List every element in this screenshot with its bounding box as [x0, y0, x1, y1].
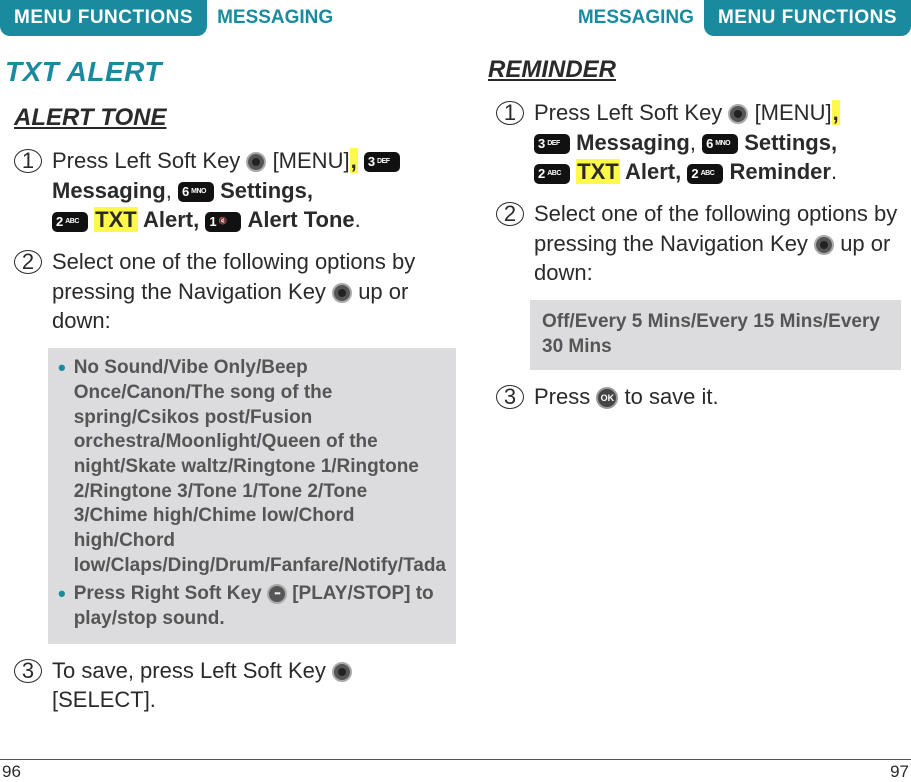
page-number: 97 [890, 762, 909, 782]
step-1: 1 Press Left Soft Key [MENU], 3DEF Messa… [14, 146, 456, 235]
messaging-label: MESSAGING [217, 7, 333, 29]
text: Settings, [744, 130, 837, 155]
text: Alert, [138, 207, 200, 232]
text: Press Right Soft Key [74, 583, 267, 604]
step-number: 3 [14, 659, 42, 683]
footer-divider [474, 759, 911, 760]
text: To save, press Left Soft Key [52, 658, 332, 683]
step-number: 2 [496, 202, 524, 226]
left-page: MENU FUNCTIONS MESSAGING TXT ALERT ALERT… [0, 0, 474, 782]
text: [MENU] [755, 100, 832, 125]
nav-key-icon [814, 235, 834, 255]
key-6-icon: 6MNO [702, 134, 738, 154]
text: [SELECT]. [52, 687, 156, 712]
alert-tone-steps-cont: 3 To save, press Left Soft Key [SELECT]. [0, 656, 466, 715]
bullet-icon: • [58, 356, 66, 380]
text: , [351, 148, 357, 173]
key-1-icon: 1🔇 [205, 212, 241, 232]
page-number: 96 [2, 762, 21, 782]
text: . [831, 159, 837, 184]
text: Messaging [52, 178, 166, 203]
bullet-icon: • [58, 582, 66, 606]
reminder-steps: 1 Press Left Soft Key [MENU], 3DEF Messa… [482, 98, 911, 288]
text: Press Left Soft Key [534, 100, 728, 125]
text: [MENU] [273, 148, 350, 173]
subsection-reminder: REMINDER [488, 56, 911, 84]
step-number: 1 [14, 149, 42, 173]
header-right: MESSAGING MENU FUNCTIONS [482, 0, 911, 36]
key-3-icon: 3DEF [364, 152, 400, 172]
text: , [690, 130, 702, 155]
text: , [833, 100, 839, 125]
left-soft-key-icon [246, 152, 266, 172]
text: Messaging [576, 130, 690, 155]
step-3: 3 To save, press Left Soft Key [SELECT]. [14, 656, 456, 715]
text-highlight: TXT [94, 207, 138, 232]
footer-divider [0, 759, 474, 760]
key-2-icon: 2ABC [687, 164, 723, 184]
step-number: 2 [14, 250, 42, 274]
text: , [166, 178, 178, 203]
right-soft-key-icon [267, 584, 287, 604]
text: to save it. [624, 384, 718, 409]
alert-tone-steps: 1 Press Left Soft Key [MENU], 3DEF Messa… [0, 146, 466, 336]
reminder-steps-cont: 3 Press OK to save it. [482, 382, 911, 412]
section-title-txt-alert: TXT ALERT [5, 56, 466, 88]
text-highlight: TXT [576, 159, 620, 184]
step-3: 3 Press OK to save it. [496, 382, 901, 412]
ok-button-icon: OK [596, 387, 618, 409]
menu-functions-pill: MENU FUNCTIONS [704, 0, 911, 36]
text: Reminder [729, 159, 830, 184]
key-2-icon: 2ABC [52, 212, 88, 232]
left-soft-key-icon [728, 104, 748, 124]
options-list: No Sound/Vibe Only/Beep Once/Canon/The s… [74, 356, 446, 578]
nav-key-icon [332, 283, 352, 303]
text: Press Left Soft Key [52, 148, 246, 173]
menu-functions-pill: MENU FUNCTIONS [0, 0, 207, 36]
options-list: Off/Every 5 Mins/Every 15 Mins/Every 30 … [542, 311, 880, 357]
step-number: 1 [496, 101, 524, 125]
key-2-icon: 2ABC [534, 164, 570, 184]
messaging-label: MESSAGING [578, 7, 694, 29]
alert-tone-options-box: • No Sound/Vibe Only/Beep Once/Canon/The… [48, 348, 456, 644]
key-6-icon: 6MNO [178, 182, 214, 202]
reminder-options-box: Off/Every 5 Mins/Every 15 Mins/Every 30 … [530, 300, 901, 369]
step-2: 2 Select one of the following options by… [14, 247, 456, 336]
left-soft-key-icon [332, 662, 352, 682]
step-1: 1 Press Left Soft Key [MENU], 3DEF Messa… [496, 98, 901, 187]
key-3-icon: 3DEF [534, 134, 570, 154]
header-left: MENU FUNCTIONS MESSAGING [0, 0, 466, 36]
step-number: 3 [496, 385, 524, 409]
text: Settings, [220, 178, 313, 203]
subsection-alert-tone: ALERT TONE [14, 104, 466, 132]
step-2: 2 Select one of the following options by… [496, 199, 901, 288]
text: Alert Tone [247, 207, 354, 232]
text: Press [534, 384, 596, 409]
right-page: MESSAGING MENU FUNCTIONS REMINDER 1 Pres… [474, 0, 911, 782]
text: . [355, 207, 361, 232]
text: Alert, [620, 159, 682, 184]
